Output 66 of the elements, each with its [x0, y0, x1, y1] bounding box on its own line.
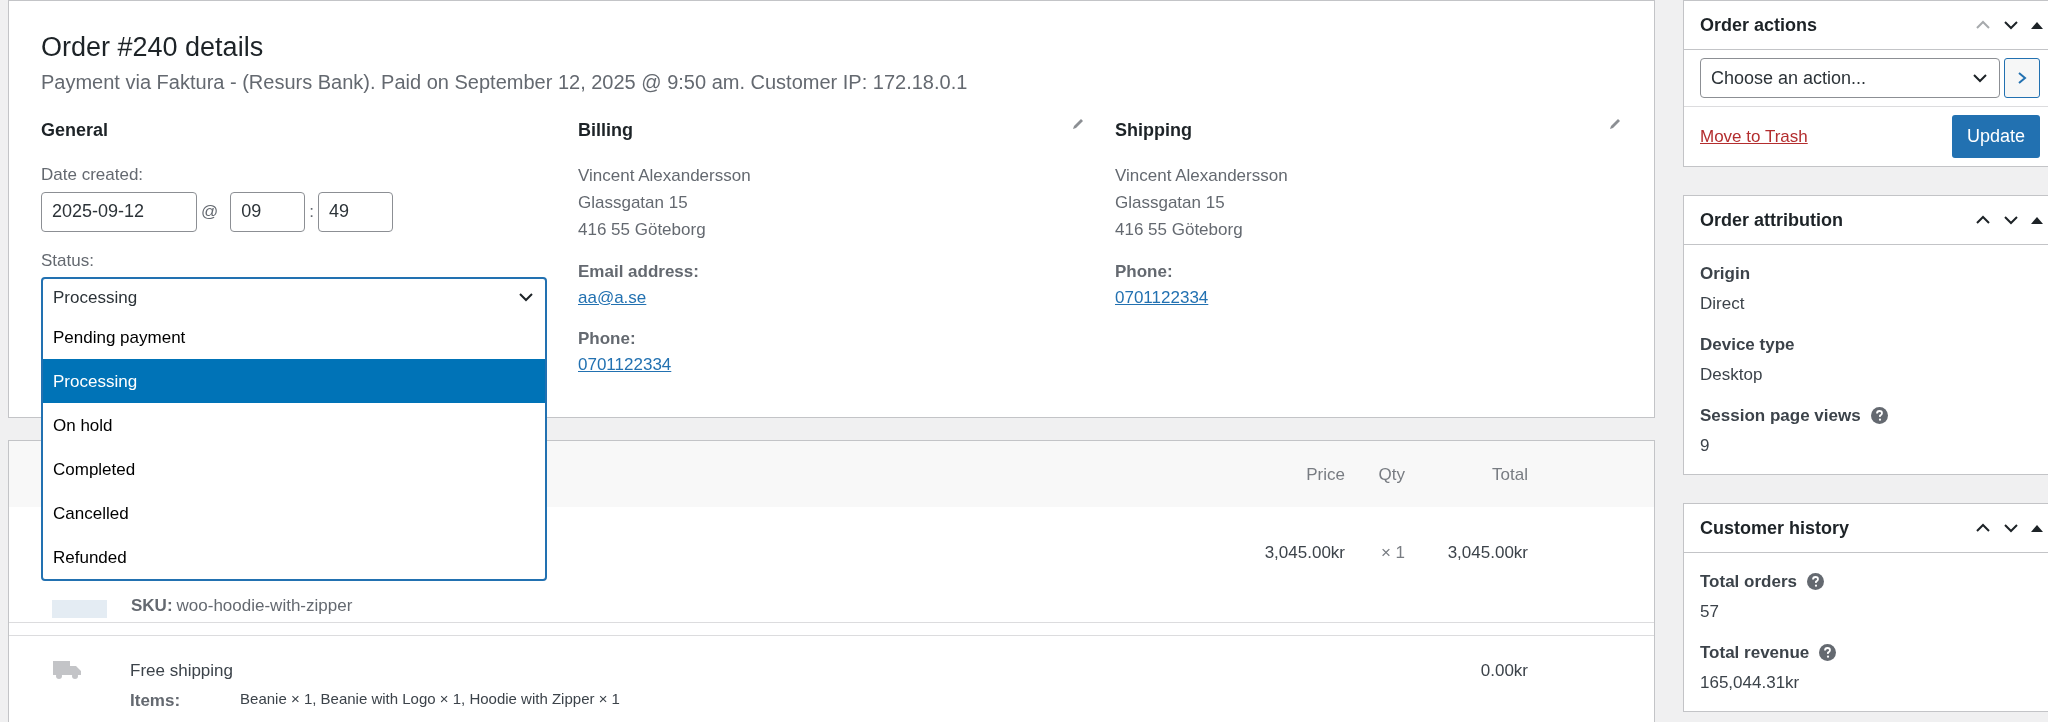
field-value: 165,044.31kr: [1700, 671, 1801, 694]
dropdown-option[interactable]: Processing: [43, 359, 545, 404]
update-button[interactable]: Update: [1951, 115, 2040, 158]
section-heading: Shipping: [1115, 119, 1192, 143]
dropdown-option[interactable]: Pending payment: [43, 315, 545, 360]
section-heading: Billing: [578, 119, 633, 143]
status-dropdown[interactable]: Processing Pending payment Processing On hold Completed Cancelled Refunded: [41, 277, 547, 582]
contact-link[interactable]: aa@a.se: [578, 287, 647, 307]
action-select[interactable]: Choose an action...: [1700, 58, 2000, 98]
section-heading: General: [41, 119, 109, 143]
column-header: Qty: [1377, 463, 1405, 486]
shipping-items: Beanie × 1, Beanie with Logo × 1, Hoodie with Zipper × 1: [240, 688, 620, 709]
shipping-total: 0.00kr: [1479, 660, 1528, 683]
field-label: Total revenue: [1700, 642, 1810, 664]
field-value: 57: [1700, 600, 1720, 623]
box-title: Customer history: [1700, 516, 1850, 540]
selected-value: Processing: [53, 286, 138, 309]
hour-field[interactable]: 09: [230, 191, 306, 232]
address-line: 416 55 Göteborg: [578, 219, 707, 242]
pencil-icon[interactable]: [1608, 117, 1622, 132]
field-label: Phone:: [1115, 261, 1174, 284]
field-label: Total orders: [1700, 571, 1797, 593]
order-title: Order #240 details: [41, 31, 265, 64]
dropdown-option[interactable]: Cancelled: [43, 491, 545, 536]
sku-label: SKU:: [131, 594, 173, 617]
field-value: Direct: [1700, 292, 1746, 315]
minute-field[interactable]: 49: [318, 191, 393, 232]
box-title: Order attribution: [1700, 208, 1843, 232]
chevron-right-icon: [2016, 71, 2028, 85]
field-label: Email address:: [578, 261, 700, 284]
product-thumbnail: [52, 600, 107, 619]
address-line: Glassgatan 15: [1115, 192, 1226, 215]
address-line: Vincent Alexandersson: [578, 165, 752, 188]
dropdown-option[interactable]: On hold: [43, 403, 545, 448]
time-separator: :: [309, 201, 314, 224]
field-label: Phone:: [578, 328, 637, 351]
field-value: Desktop: [1700, 363, 1764, 386]
field-label: Status:: [41, 249, 95, 272]
order-subtitle: Payment via Faktura - (Resurs Bank). Paid on September 12, 2025 @ 9:50 am. Customer IP: 172.18.0.1: [41, 70, 969, 96]
truck-icon: [52, 658, 82, 681]
quantity-cell-text: × 1: [1379, 542, 1405, 565]
shipping-name: Free shipping: [130, 660, 234, 683]
price-cell-text: 3,045.00kr: [1263, 542, 1345, 565]
column-header: Price: [1305, 463, 1345, 486]
field-label: Session page views: [1700, 405, 1861, 427]
at-separator: @: [201, 201, 219, 224]
total-cell-text: 3,045.00kr: [1446, 542, 1528, 565]
trash-link[interactable]: Move to Trash: [1700, 123, 1808, 150]
contact-link[interactable]: 0701122334: [1115, 287, 1209, 307]
apply-button[interactable]: [2004, 58, 2040, 98]
field-label: Origin: [1700, 263, 1751, 285]
address-line: Vincent Alexandersson: [1115, 165, 1289, 188]
address-line: Glassgatan 15: [578, 192, 689, 215]
dropdown-option[interactable]: Refunded: [43, 535, 545, 580]
items-label: Items:: [130, 689, 181, 712]
address-line: 416 55 Göteborg: [1115, 219, 1244, 242]
field-label: Device type: [1700, 334, 1795, 356]
box-title: Order actions: [1700, 13, 1818, 37]
field-value: 9: [1700, 434, 1711, 457]
pencil-icon[interactable]: [1071, 117, 1085, 132]
column-header: Total: [1491, 463, 1528, 486]
date-field[interactable]: 2025-09-12: [41, 191, 197, 232]
sku-value: woo-hoodie-with-zipper: [176, 594, 353, 617]
dropdown-option[interactable]: Completed: [43, 447, 545, 492]
field-label: Date created:: [41, 164, 145, 187]
contact-link[interactable]: 0701122334: [578, 354, 672, 374]
